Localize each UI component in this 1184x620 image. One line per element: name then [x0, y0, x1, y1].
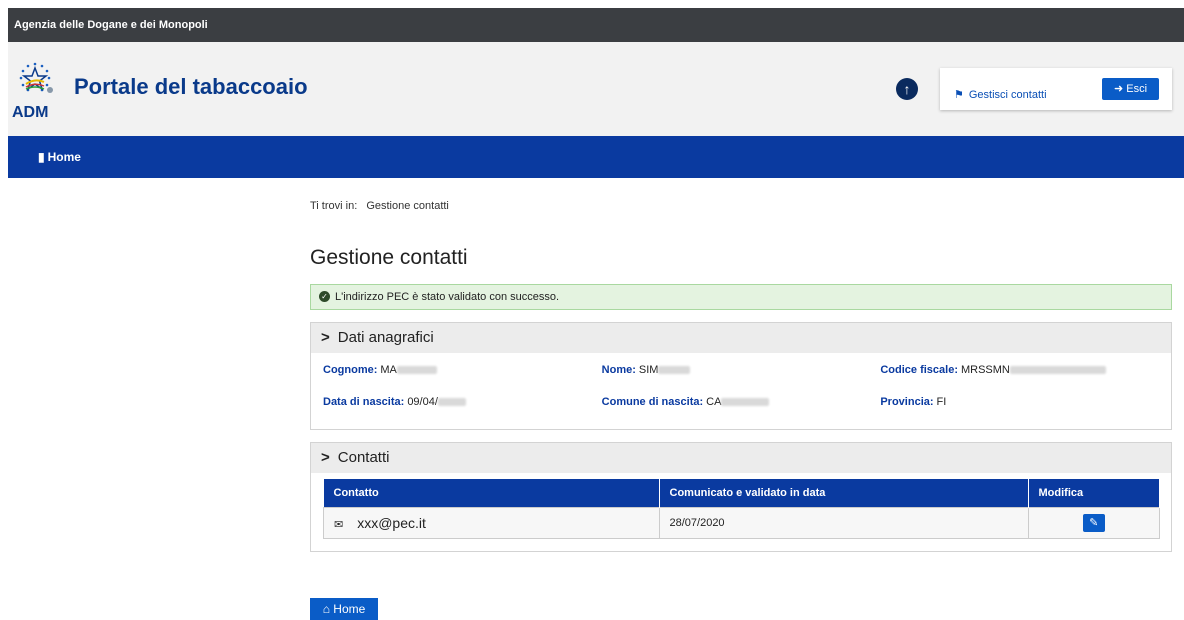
cognome-field: Cognome: MA	[323, 364, 602, 376]
redacted-mark	[721, 398, 770, 407]
contatti-title: Contatti	[337, 449, 390, 466]
column-header-modifica: Modifica	[1028, 479, 1160, 508]
check-circle-icon: ✓	[319, 290, 330, 302]
nav-home-label: Home	[47, 150, 81, 164]
nome-label: Nome:	[601, 364, 636, 376]
esci-button[interactable]: ➜ Esci	[1102, 78, 1159, 100]
flag-icon: ⚑	[954, 89, 964, 101]
logo-text: ADM	[12, 104, 49, 121]
dati-row-1: Cognome: MA Nome: SIM Codice fiscale: MRSSM…	[311, 357, 1171, 383]
modifica-cell: ✎	[1027, 507, 1160, 539]
home-icon: ⌂	[322, 602, 334, 616]
nome-value: SIM	[638, 364, 659, 376]
provincia-field: Provincia: FI	[880, 396, 1159, 408]
agency-topbar: Agenzia delle Dogane e dei Monopoli	[8, 8, 1184, 42]
data-nascita-field: Data di nascita: 09/04/	[323, 396, 602, 408]
envelope-icon: ✉	[334, 519, 344, 531]
home-button-label: Home	[333, 602, 366, 616]
nav-home-link[interactable]: ▮ Home	[38, 150, 81, 164]
contatti-table: Contatto Comunicato e validato in data M…	[323, 479, 1160, 539]
column-header-contatto: Contatto	[323, 479, 660, 508]
data-nascita-value: 09/04/	[407, 396, 438, 408]
document-icon: ▮	[38, 150, 45, 164]
provincia-value: FI	[936, 396, 947, 408]
nome-field: Nome: SIM	[602, 364, 881, 376]
gestisci-contatti-label: Gestisci contatti	[968, 89, 1047, 101]
comune-nascita-value: CA	[706, 396, 722, 408]
dati-row-2: Data di nascita: 09/04/ Comune di nascita…	[311, 389, 1171, 415]
user-box: ⚑ Gestisci contatti ➜ Esci	[940, 68, 1172, 110]
comune-nascita-field: Comune di nascita: CA	[602, 396, 881, 408]
codice-fiscale-label: Codice fiscale:	[880, 364, 958, 376]
site-header: ADM Portale del tabaccoaio ↑ ⚑ Gestisci c…	[8, 42, 1184, 136]
data-nascita-label: Data di nascita:	[323, 396, 405, 408]
contatto-email: xxx@pec.it	[357, 515, 426, 531]
codice-fiscale-field: Codice fiscale: MRSSMN	[880, 364, 1159, 376]
data-cell: 28/07/2020	[658, 507, 1029, 539]
success-alert: ✓ L'indirizzo PEC è stato validato con su…	[310, 284, 1172, 310]
site-title-suffix: aio	[275, 74, 308, 99]
dati-anagrafici-header[interactable]: > Dati anagrafici	[311, 323, 1171, 353]
contatto-cell: ✉ xxx@pec.it	[323, 507, 660, 539]
site-title[interactable]: Portale del tabaccoaio	[74, 74, 308, 100]
redacted-mark	[1009, 366, 1106, 375]
edit-icon[interactable]: ✎	[1082, 514, 1105, 532]
sign-out-icon: ➜	[1113, 83, 1127, 95]
chevron-right-icon: >	[321, 449, 330, 466]
cognome-value: MA	[380, 364, 397, 376]
alert-message: L'indirizzo PEC è stato validato con suc…	[335, 291, 560, 303]
page-title: Gestione contatti	[310, 246, 468, 269]
chevron-right-icon: >	[321, 329, 330, 346]
codice-fiscale-value: MRSSMN	[960, 364, 1010, 376]
contatti-panel: > Contatti Contatto Comunicato e validato…	[310, 442, 1172, 552]
redacted-mark	[396, 366, 437, 375]
column-header-data: Comunicato e validato in data	[659, 479, 1029, 508]
cognome-label: Cognome:	[323, 364, 378, 376]
table-header-row: Contatto Comunicato e validato in data M…	[323, 479, 1160, 508]
main-navbar: ▮ Home	[8, 136, 1184, 178]
esci-label: Esci	[1126, 83, 1148, 95]
provincia-label: Provincia:	[880, 396, 934, 408]
breadcrumb-current: Gestione contatti	[366, 200, 449, 212]
gestisci-contatti-link[interactable]: ⚑ Gestisci contatti	[954, 88, 1047, 101]
agency-name: Agenzia delle Dogane e dei Monopoli	[14, 19, 208, 31]
table-row: ✉ xxx@pec.it 28/07/2020 ✎	[323, 507, 1160, 539]
site-title-main: Portale del tabacco	[74, 74, 276, 99]
redacted-mark	[658, 366, 691, 375]
breadcrumb: Ti trovi in: Gestione contatti	[310, 200, 1172, 216]
contatti-header[interactable]: > Contatti	[311, 443, 1171, 473]
comune-nascita-label: Comune di nascita:	[601, 396, 704, 408]
main-content: Ti trovi in: Gestione contatti Gestione …	[310, 200, 1172, 552]
breadcrumb-prefix: Ti trovi in:	[310, 200, 358, 212]
dati-anagrafici-panel: > Dati anagrafici Cognome: MA Nome: SIM Cod…	[310, 322, 1172, 430]
upload-icon[interactable]: ↑	[896, 78, 918, 100]
redacted-mark	[437, 398, 466, 407]
dati-anagrafici-title: Dati anagrafici	[337, 329, 434, 346]
